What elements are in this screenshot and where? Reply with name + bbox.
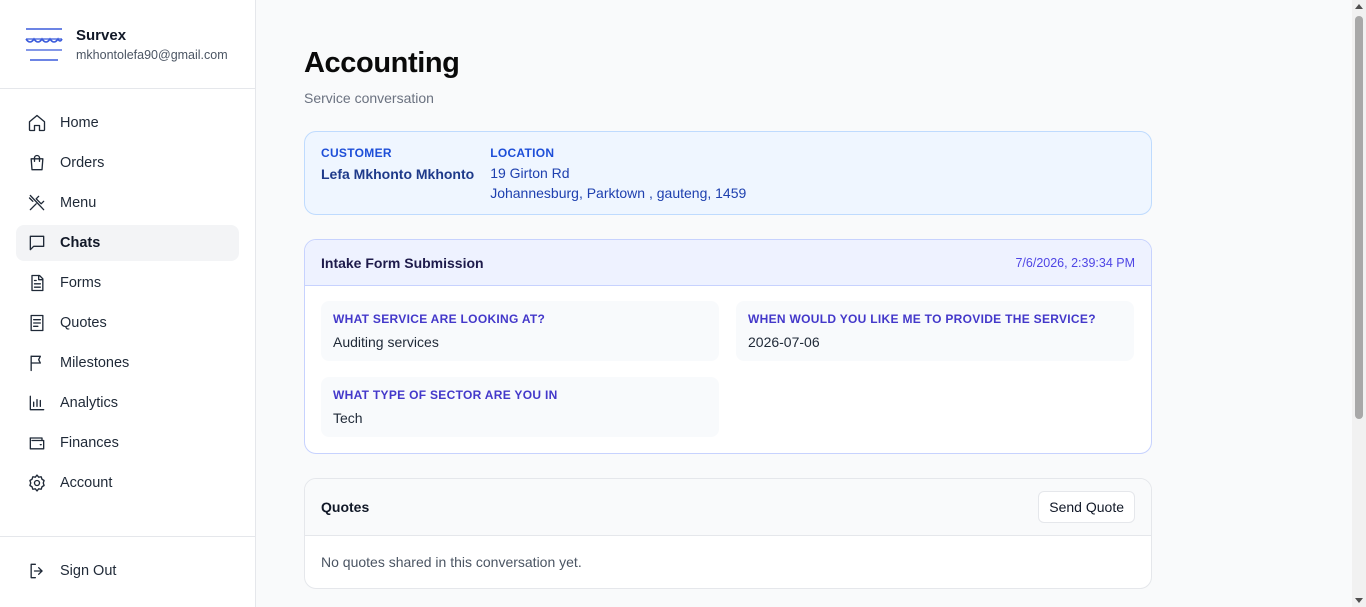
sidebar-footer: Sign Out [0, 536, 255, 589]
intake-form-card: Intake Form Submission 7/6/2026, 2:39:34… [304, 239, 1152, 454]
field-value: 2026-07-06 [748, 334, 820, 350]
scrollbar-thumb[interactable] [1355, 16, 1363, 419]
brand-header: Survex mkhontolefa90@gmail.com [0, 0, 255, 89]
scroll-down-arrow-icon[interactable] [1355, 598, 1363, 603]
brand-name: Survex [76, 27, 127, 44]
location-label: LOCATION [490, 146, 555, 160]
location-column: LOCATION 19 Girton Rd Johannesburg, Park… [490, 146, 746, 200]
sidebar-item-label: Chats [60, 235, 101, 251]
location-line-1: 19 Girton Rd [490, 165, 570, 181]
sidebar-nav: Home Orders Menu Chats Forms Quotes Mile… [0, 89, 255, 501]
user-email: mkhontolefa90@gmail.com [76, 48, 228, 62]
page-scrollbar[interactable] [1352, 0, 1366, 607]
sidebar-item-label: Home [60, 115, 99, 131]
sidebar-item-home[interactable]: Home [16, 105, 239, 141]
customer-name: Lefa Mkhonto Mkhonto [321, 166, 475, 182]
flag-icon [27, 353, 47, 373]
intake-field: WHAT TYPE OF SECTOR ARE YOU IN Tech [321, 377, 719, 437]
sidebar: Survex mkhontolefa90@gmail.com Home Orde… [0, 0, 256, 607]
customer-column: CUSTOMER Lefa Mkhonto Mkhonto [321, 146, 474, 200]
file-text-icon [27, 273, 47, 293]
customer-label: CUSTOMER [321, 146, 392, 160]
field-label: WHAT SERVICE ARE LOOKING AT? [333, 312, 546, 326]
quotes-header: Quotes Send Quote [305, 479, 1151, 536]
intake-timestamp: 7/6/2026, 2:39:34 PM [1015, 255, 1135, 270]
quotes-title: Quotes [321, 499, 370, 515]
customer-card: CUSTOMER Lefa Mkhonto Mkhonto LOCATION 1… [304, 131, 1152, 215]
message-square-icon [27, 233, 47, 253]
sidebar-item-label: Finances [60, 435, 119, 451]
intake-title: Intake Form Submission [321, 254, 484, 271]
field-label: WHEN WOULD YOU LIKE ME TO PROVIDE THE SE… [748, 312, 1096, 326]
location-line-2: Johannesburg, Parktown , gauteng, 1459 [490, 185, 747, 201]
sidebar-item-account[interactable]: Account [16, 465, 239, 501]
sidebar-item-analytics[interactable]: Analytics [16, 385, 239, 421]
wave-logo-icon [25, 28, 63, 61]
sidebar-item-quotes[interactable]: Quotes [16, 305, 239, 341]
utensils-icon [27, 193, 47, 213]
sidebar-item-chats[interactable]: Chats [16, 225, 239, 261]
page-title: Accounting [304, 47, 460, 79]
gear-icon [27, 473, 47, 493]
sidebar-item-label: Milestones [60, 355, 130, 371]
sidebar-item-milestones[interactable]: Milestones [16, 345, 239, 381]
sidebar-item-label: Orders [60, 155, 105, 171]
sidebar-item-label: Menu [60, 195, 97, 211]
send-quote-button[interactable]: Send Quote [1038, 491, 1135, 523]
sidebar-item-label: Account [60, 475, 113, 491]
sidebar-item-menu[interactable]: Menu [16, 185, 239, 221]
scroll-up-arrow-icon[interactable] [1355, 4, 1363, 9]
intake-field: WHAT SERVICE ARE LOOKING AT? Auditing se… [321, 301, 719, 361]
intake-header: Intake Form Submission 7/6/2026, 2:39:34… [305, 240, 1151, 286]
bar-chart-icon [27, 393, 47, 413]
field-value: Auditing services [333, 334, 439, 350]
field-label: WHAT TYPE OF SECTOR ARE YOU IN [333, 388, 558, 402]
sidebar-item-label: Analytics [60, 395, 119, 411]
sidebar-item-label: Quotes [60, 315, 107, 331]
field-value: Tech [333, 410, 363, 426]
sign-out-button[interactable]: Sign Out [16, 553, 239, 589]
shopping-bag-icon [27, 153, 47, 173]
sidebar-item-label: Forms [60, 275, 102, 291]
home-icon [27, 113, 47, 133]
sign-out-label: Sign Out [60, 563, 117, 579]
sidebar-item-forms[interactable]: Forms [16, 265, 239, 301]
log-out-icon [27, 561, 47, 581]
quotes-card: Quotes Send Quote No quotes shared in th… [304, 478, 1152, 589]
quotes-empty-message: No quotes shared in this conversation ye… [321, 554, 582, 570]
sidebar-item-finances[interactable]: Finances [16, 425, 239, 461]
intake-field: WHEN WOULD YOU LIKE ME TO PROVIDE THE SE… [736, 301, 1134, 361]
receipt-icon [27, 313, 47, 333]
sidebar-item-orders[interactable]: Orders [16, 145, 239, 181]
wallet-icon [27, 433, 47, 453]
page-subtitle: Service conversation [304, 90, 434, 106]
